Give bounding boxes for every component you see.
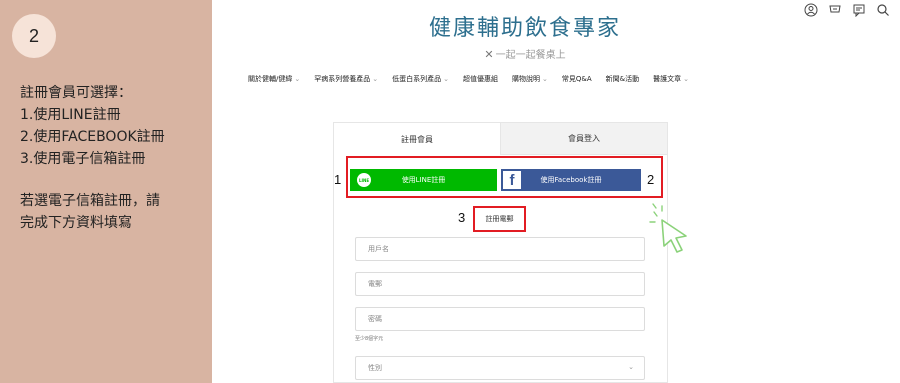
chevron-down-icon: ⌄ bbox=[443, 75, 449, 83]
facebook-register-button[interactable]: f 使用Facebook註冊 bbox=[501, 169, 641, 191]
user-icon[interactable] bbox=[804, 2, 818, 17]
main-nav: 關於健輔/健緯 ⌄ 罕病系列營養產品 ⌄ 低蛋白系列產品 ⌄ 超值優惠組 購物說明 ⌄ … bbox=[248, 74, 689, 84]
page-root: 2 註冊會員可選擇： 1.使用LINE註冊 2.使用FACEBOOK註冊 3.使… bbox=[0, 0, 900, 383]
instruction-note: 若選電子信箱註冊，請 bbox=[20, 193, 160, 209]
instruction-line: 3.使用電子信箱註冊 bbox=[20, 151, 146, 167]
chat-icon[interactable] bbox=[852, 2, 866, 18]
callout-number-3: 3 bbox=[458, 210, 466, 225]
password-hint: 至少8個字元 bbox=[355, 336, 384, 342]
nav-item[interactable]: 新聞&活動 bbox=[606, 74, 639, 84]
username-field[interactable]: 用戶名 bbox=[355, 237, 645, 261]
callout-number-2: 2 bbox=[647, 172, 655, 187]
callout-number-1: 1 bbox=[334, 172, 342, 187]
nav-item[interactable]: 關於健輔/健緯 ⌄ bbox=[248, 74, 300, 84]
cart-icon[interactable] bbox=[828, 2, 842, 16]
nav-item[interactable]: 常見Q&A bbox=[562, 74, 592, 84]
auth-tabs: 註冊會員 會員登入 bbox=[334, 123, 667, 155]
brand-subtitle: ✕ 一起一起餐桌上 bbox=[484, 48, 566, 61]
line-register-button[interactable]: LINE 使用LINE註冊 bbox=[350, 169, 497, 191]
brand-title: 健康輔助飲食專家 bbox=[428, 16, 621, 41]
nav-item[interactable]: 超值優惠組 bbox=[463, 74, 498, 84]
instruction-line: 1.使用LINE註冊 bbox=[20, 107, 121, 123]
instruction-note: 完成下方資料填寫 bbox=[20, 215, 132, 231]
password-field[interactable]: 密碼 bbox=[355, 307, 645, 331]
nav-item[interactable]: 醫護文章 ⌄ bbox=[653, 74, 689, 84]
search-icon[interactable] bbox=[876, 2, 890, 16]
email-register-link[interactable]: 註冊電郵 bbox=[473, 206, 526, 232]
chevron-down-icon: ⌄ bbox=[372, 75, 379, 83]
chevron-down-icon: ⌄ bbox=[683, 75, 689, 83]
chevron-down-icon: ⌄ bbox=[294, 75, 301, 83]
instruction-line: 註冊會員可選擇： bbox=[20, 85, 132, 101]
instruction-panel: 2 註冊會員可選擇： 1.使用LINE註冊 2.使用FACEBOOK註冊 3.使… bbox=[0, 0, 212, 383]
chevron-down-icon: ⌄ bbox=[541, 75, 548, 83]
nav-item[interactable]: 低蛋白系列產品 ⌄ bbox=[392, 74, 449, 84]
chevron-down-icon: ⌄ bbox=[628, 363, 634, 371]
email-field[interactable]: 電郵 bbox=[355, 272, 645, 296]
facebook-logo-icon: f bbox=[503, 171, 521, 189]
instruction-line: 2.使用FACEBOOK註冊 bbox=[20, 129, 165, 145]
site-logo[interactable]: 健康輔助飲食專家 ✕ 一起一起餐桌上 bbox=[420, 10, 630, 61]
tab-register[interactable]: 註冊會員 bbox=[334, 123, 500, 155]
gender-select[interactable]: 性別 ⌄ bbox=[355, 356, 645, 380]
header-icons bbox=[804, 2, 890, 18]
utensils-icon: ✕ bbox=[484, 48, 494, 61]
step-number-badge: 2 bbox=[12, 14, 56, 58]
nav-item[interactable]: 購物說明 ⌄ bbox=[512, 74, 548, 84]
line-logo-icon: LINE bbox=[357, 173, 371, 187]
instruction-text: 註冊會員可選擇： 1.使用LINE註冊 2.使用FACEBOOK註冊 3.使用電… bbox=[20, 82, 205, 234]
pointer-cursor-icon bbox=[649, 203, 687, 253]
tab-login[interactable]: 會員登入 bbox=[500, 123, 667, 155]
nav-item[interactable]: 罕病系列營養產品 ⌄ bbox=[314, 74, 378, 84]
